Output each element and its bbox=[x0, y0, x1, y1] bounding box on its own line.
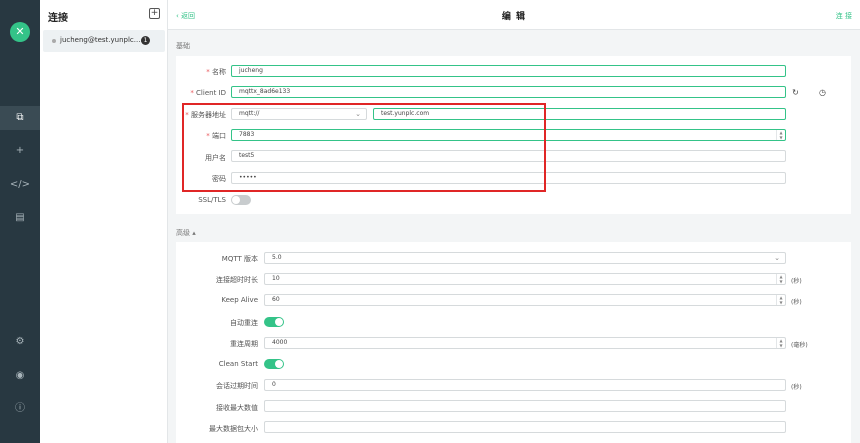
general-section-title: 基础 bbox=[176, 42, 190, 50]
mqtt-version-label: MQTT 版本 bbox=[221, 255, 258, 263]
highlight-box bbox=[182, 103, 546, 192]
connections-sidebar: 连接 + jucheng@test.yunplc.... 1 bbox=[40, 0, 168, 443]
stepper-icon[interactable]: ▲ ▼ bbox=[776, 338, 785, 348]
advanced-section-title[interactable]: 高级 ▴ bbox=[176, 228, 196, 238]
add-icon[interactable]: + bbox=[0, 139, 40, 163]
clean-start-toggle[interactable] bbox=[264, 359, 284, 369]
connection-item[interactable]: jucheng@test.yunplc.... 1 bbox=[43, 30, 165, 52]
clean-start-label: Clean Start bbox=[218, 360, 258, 368]
sidebar-title: 连接 bbox=[48, 13, 68, 24]
app-logo-icon: ✕ bbox=[10, 22, 30, 42]
mqtt-version-select[interactable]: 5.0 ⌄ bbox=[264, 252, 786, 264]
ssl-toggle[interactable] bbox=[231, 195, 251, 205]
connection-name: jucheng@test.yunplc.... bbox=[60, 36, 143, 44]
reconnect-period-input[interactable]: 4000 ▲ ▼ bbox=[264, 337, 786, 349]
unread-badge: 1 bbox=[141, 36, 150, 45]
connect-timeout-label: 连接超时时长 bbox=[216, 276, 258, 284]
info-icon[interactable]: ⓘ bbox=[0, 397, 40, 421]
connect-button[interactable]: 连 接 bbox=[836, 11, 852, 21]
stepper-icon[interactable]: ▲ ▼ bbox=[776, 130, 785, 140]
keepalive-unit: (秒) bbox=[791, 299, 802, 306]
refresh-icon[interactable]: ↻ bbox=[791, 88, 800, 97]
receive-max-label: 接收最大数值 bbox=[216, 404, 258, 412]
connect-timeout-input[interactable]: 10 ▲ ▼ bbox=[264, 273, 786, 285]
chevron-down-icon: ⌄ bbox=[774, 254, 780, 262]
session-expiry-input[interactable]: 0 bbox=[264, 379, 786, 391]
stepper-icon[interactable]: ▲ ▼ bbox=[776, 274, 785, 284]
toggle-knob bbox=[232, 196, 240, 204]
script-icon[interactable]: </> bbox=[0, 173, 40, 197]
page-title: 编 辑 bbox=[501, 12, 527, 22]
auto-reconnect-toggle[interactable] bbox=[264, 317, 284, 327]
client-id-label: * Client ID bbox=[190, 89, 226, 97]
receive-max-input[interactable] bbox=[264, 400, 786, 412]
auto-reconnect-label: 自动重连 bbox=[230, 319, 258, 327]
name-input[interactable]: jucheng bbox=[231, 65, 786, 77]
reconnect-unit: (毫秒) bbox=[791, 342, 808, 349]
clock-icon[interactable]: ◷ bbox=[818, 88, 827, 97]
keepalive-input[interactable]: 60 ▲ ▼ bbox=[264, 294, 786, 306]
stepper-icon[interactable]: ▲ ▼ bbox=[776, 295, 785, 305]
ssl-label: SSL/TLS bbox=[198, 196, 226, 204]
keepalive-label: Keep Alive bbox=[221, 296, 258, 304]
timeout-unit: (秒) bbox=[791, 278, 802, 285]
connections-icon[interactable]: ⧉ bbox=[0, 106, 40, 130]
toggle-knob bbox=[275, 318, 283, 326]
header: ‹ 返回 编 辑 连 接 bbox=[168, 0, 860, 30]
client-id-input[interactable]: mqttx_8ad6e133 bbox=[231, 86, 786, 98]
reconnect-period-label: 重连周期 bbox=[230, 340, 258, 348]
max-packet-label: 最大数据包大小 bbox=[209, 425, 258, 433]
add-connection-button[interactable]: + bbox=[149, 8, 160, 19]
name-label: * 名称 bbox=[206, 68, 226, 76]
max-packet-input[interactable] bbox=[264, 421, 786, 433]
feed-icon[interactable]: ◉ bbox=[0, 364, 40, 388]
log-icon[interactable]: ▤ bbox=[0, 206, 40, 230]
session-expiry-label: 会话过期时间 bbox=[216, 382, 258, 390]
nav-rail: ✕ ⧉ + </> ▤ ⚙ ◉ ⓘ bbox=[0, 0, 40, 443]
toggle-knob bbox=[275, 360, 283, 368]
status-dot-icon bbox=[52, 39, 56, 43]
settings-icon[interactable]: ⚙ bbox=[0, 330, 40, 354]
session-expiry-unit: (秒) bbox=[791, 384, 802, 391]
